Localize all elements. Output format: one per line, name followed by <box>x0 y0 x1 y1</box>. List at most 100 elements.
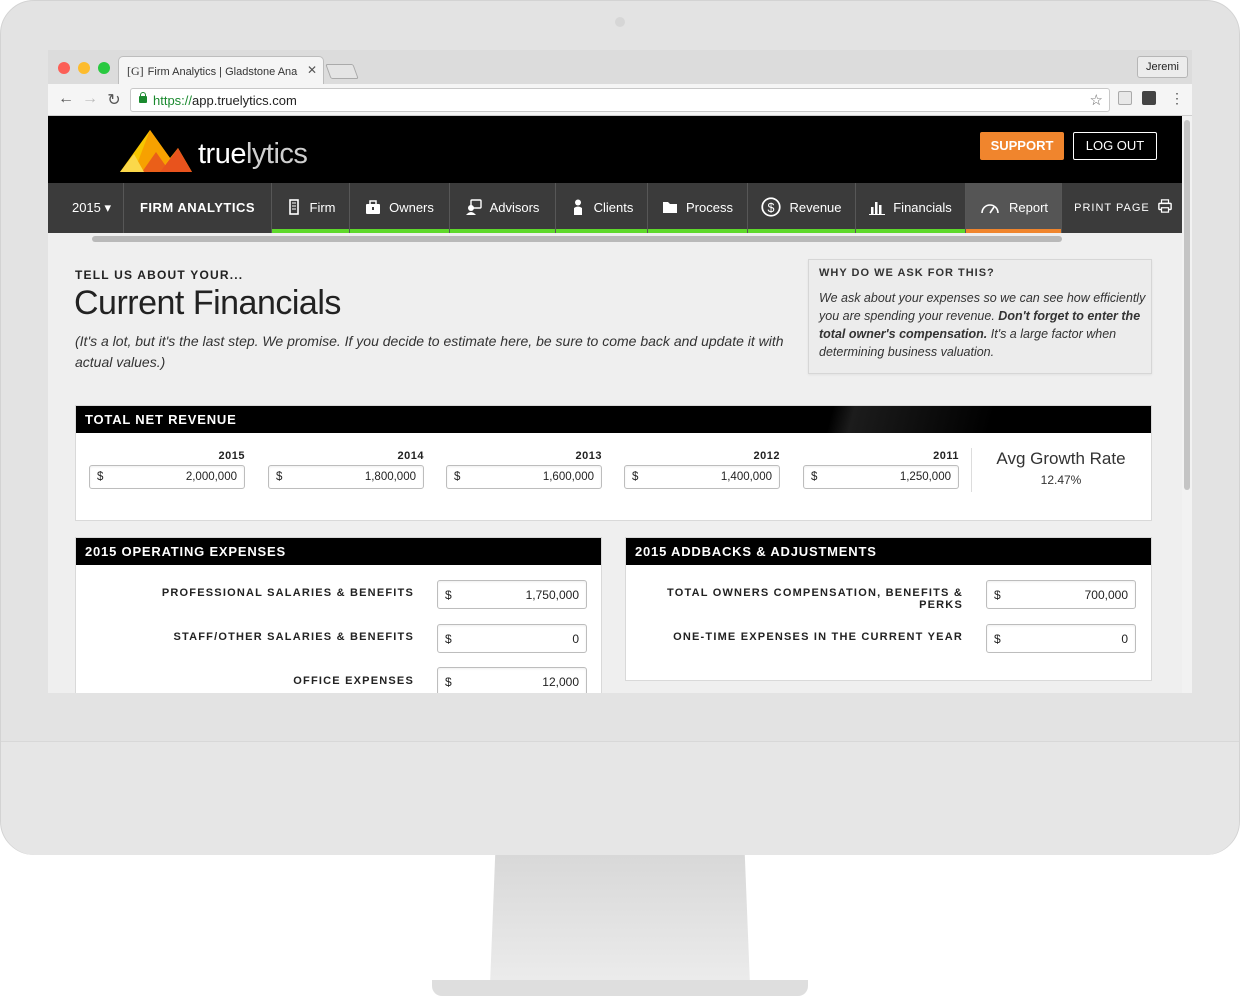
camera-dot <box>615 17 625 27</box>
opex-input-staff-salaries: $0 <box>437 624 587 653</box>
profile-button[interactable]: Jeremi <box>1136 56 1188 78</box>
revenue-input-2015[interactable]: $2,000,000 <box>89 465 245 489</box>
nav-item-revenue[interactable]: $ Revenue <box>748 183 856 233</box>
support-button[interactable]: SUPPORT <box>980 132 1064 160</box>
revenue-panel-title: TOTAL NET REVENUE <box>76 406 1151 433</box>
star-icon[interactable]: ☆ <box>1090 91 1103 109</box>
growth-rate-label: Avg Growth Rate <box>996 449 1126 468</box>
divider <box>971 448 972 492</box>
money-input[interactable]: $0 <box>986 624 1136 653</box>
nav-label: Advisors <box>489 200 540 215</box>
addbacks-input-owners-compensation: $700,000 <box>986 580 1136 609</box>
folder-icon <box>663 202 678 213</box>
scrollbar-thumb[interactable] <box>1184 120 1190 490</box>
horizontal-scrollbar[interactable] <box>92 236 1062 242</box>
year-label: 2015 <box>218 450 245 462</box>
addbacks-row-label: ONE-TIME EXPENSES IN THE CURRENT YEAR <box>673 631 963 643</box>
nav-item-process[interactable]: Process <box>648 183 748 233</box>
addbacks-panel-title: 2015 ADDBACKS & ADJUSTMENTS <box>626 538 1151 565</box>
browser-toolbar: ← → ↻ https://app.truelytics.com ☆ ⋮ <box>48 84 1192 116</box>
tab-title: Firm Analytics | Gladstone Ana <box>147 66 298 78</box>
revenue-year-field: 2015 $2,000,000 <box>89 450 245 489</box>
money-input[interactable]: $1,750,000 <box>437 580 587 609</box>
address-bar[interactable]: https://app.truelytics.com ☆ <box>130 88 1110 112</box>
operating-expenses-panel: 2015 OPERATING EXPENSES PROFESSIONAL SAL… <box>75 537 602 693</box>
why-title: WHY DO WE ASK FOR THIS? <box>819 267 995 279</box>
new-tab-button[interactable] <box>325 64 359 79</box>
logo-mountain-icon <box>120 130 192 172</box>
main-nav: 2015 ▾ FIRM ANALYTICS Firm Owners Adviso… <box>48 183 1182 233</box>
monitor-chin <box>1 741 1239 855</box>
window-minimize-button[interactable] <box>78 62 90 74</box>
nav-label: Financials <box>893 200 952 215</box>
nav-label: Report <box>1008 200 1049 215</box>
url-host: app.truelytics.com <box>192 93 297 108</box>
printer-icon <box>1158 199 1172 213</box>
why-text: We ask about your expenses so we can see… <box>819 291 1146 359</box>
nav-item-financials[interactable]: Financials <box>856 183 966 233</box>
monitor-stand-base <box>432 980 808 996</box>
year-label: 2011 <box>933 450 959 462</box>
page-viewport: truelytics SUPPORT LOG OUT 2015 ▾ FIRM A… <box>48 116 1182 693</box>
revenue-year-field: 2014 $1,800,000 <box>268 450 424 489</box>
year-label: 2014 <box>397 450 424 462</box>
logo-wordmark: truelytics <box>198 138 308 170</box>
revenue-input-2012[interactable]: $1,400,000 <box>624 465 780 489</box>
intro-kicker: TELL US ABOUT YOUR... <box>75 268 244 282</box>
year-label: 2013 <box>575 450 602 462</box>
page-title: Current Financials <box>74 284 341 322</box>
revenue-input-2013[interactable]: $1,600,000 <box>446 465 602 489</box>
nav-item-advisors[interactable]: Advisors <box>450 183 556 233</box>
gauge-icon <box>981 204 999 214</box>
why-info-box: WHY DO WE ASK FOR THIS? We ask about you… <box>808 259 1152 374</box>
favicon-icon: [G] <box>127 64 144 78</box>
logout-button[interactable]: LOG OUT <box>1073 132 1157 160</box>
reload-icon[interactable]: ↻ <box>104 90 124 110</box>
dollar-circle-icon: $ <box>761 197 782 217</box>
nav-item-clients[interactable]: Clients <box>556 183 648 233</box>
nav-label: Owners <box>389 200 434 215</box>
extension-icon[interactable] <box>1142 91 1156 105</box>
addbacks-panel: 2015 ADDBACKS & ADJUSTMENTS TOTAL OWNERS… <box>625 537 1152 681</box>
extension-icon[interactable] <box>1118 91 1132 105</box>
revenue-input-2011[interactable]: $1,250,000 <box>803 465 959 489</box>
nav-item-owners[interactable]: Owners <box>350 183 450 233</box>
money-input[interactable]: $12,000 <box>437 667 587 693</box>
vertical-scrollbar[interactable] <box>1182 116 1192 693</box>
opex-row-label: OFFICE EXPENSES <box>293 675 414 687</box>
back-arrow-icon[interactable]: ← <box>56 90 76 108</box>
tab-close-icon[interactable]: ✕ <box>307 63 317 77</box>
revenue-input-2014[interactable]: $1,800,000 <box>268 465 424 489</box>
nav-item-report[interactable]: Report <box>966 183 1062 233</box>
opex-row-label: STAFF/OTHER SALARIES & BENEFITS <box>173 631 414 643</box>
forward-arrow-icon[interactable]: → <box>80 90 100 108</box>
bar-chart-icon <box>869 202 886 215</box>
opex-panel-title: 2015 OPERATING EXPENSES <box>76 538 601 565</box>
nav-firm-analytics[interactable]: FIRM ANALYTICS <box>124 183 272 233</box>
money-input[interactable]: $700,000 <box>986 580 1136 609</box>
building-icon <box>288 199 299 215</box>
nav-item-firm[interactable]: Firm <box>272 183 350 233</box>
nav-label: Clients <box>593 200 634 215</box>
year-dropdown[interactable]: 2015 ▾ <box>60 183 124 233</box>
window-close-button[interactable] <box>58 62 70 74</box>
opex-row-label: PROFESSIONAL SALARIES & BENEFITS <box>161 587 414 599</box>
menu-dots-icon[interactable]: ⋮ <box>1170 90 1184 107</box>
briefcase-icon <box>366 200 381 214</box>
person-icon <box>573 199 582 215</box>
nav-label: Firm <box>309 200 336 215</box>
money-input[interactable]: $0 <box>437 624 587 653</box>
opex-input-office-expenses: $12,000 <box>437 667 587 693</box>
revenue-year-field: 2011 $1,250,000 <box>803 450 959 489</box>
intro-note: (It's a lot, but it's the last step. We … <box>75 333 784 370</box>
monitor-stand <box>490 855 750 985</box>
svg-text:$: $ <box>768 201 775 215</box>
revenue-panel: TOTAL NET REVENUE 2015 $2,000,000 2014 $… <box>75 405 1152 521</box>
print-page-button[interactable]: PRINT PAGE <box>1064 183 1182 233</box>
window-zoom-button[interactable] <box>98 62 110 74</box>
browser-tab[interactable]: [G] Firm Analytics | Gladstone Ana ✕ <box>118 56 324 84</box>
nav-label: Revenue <box>789 200 842 215</box>
growth-rate-value: 12.47% <box>1040 473 1082 487</box>
year-label: 2012 <box>753 450 780 462</box>
advisor-icon <box>465 199 482 215</box>
